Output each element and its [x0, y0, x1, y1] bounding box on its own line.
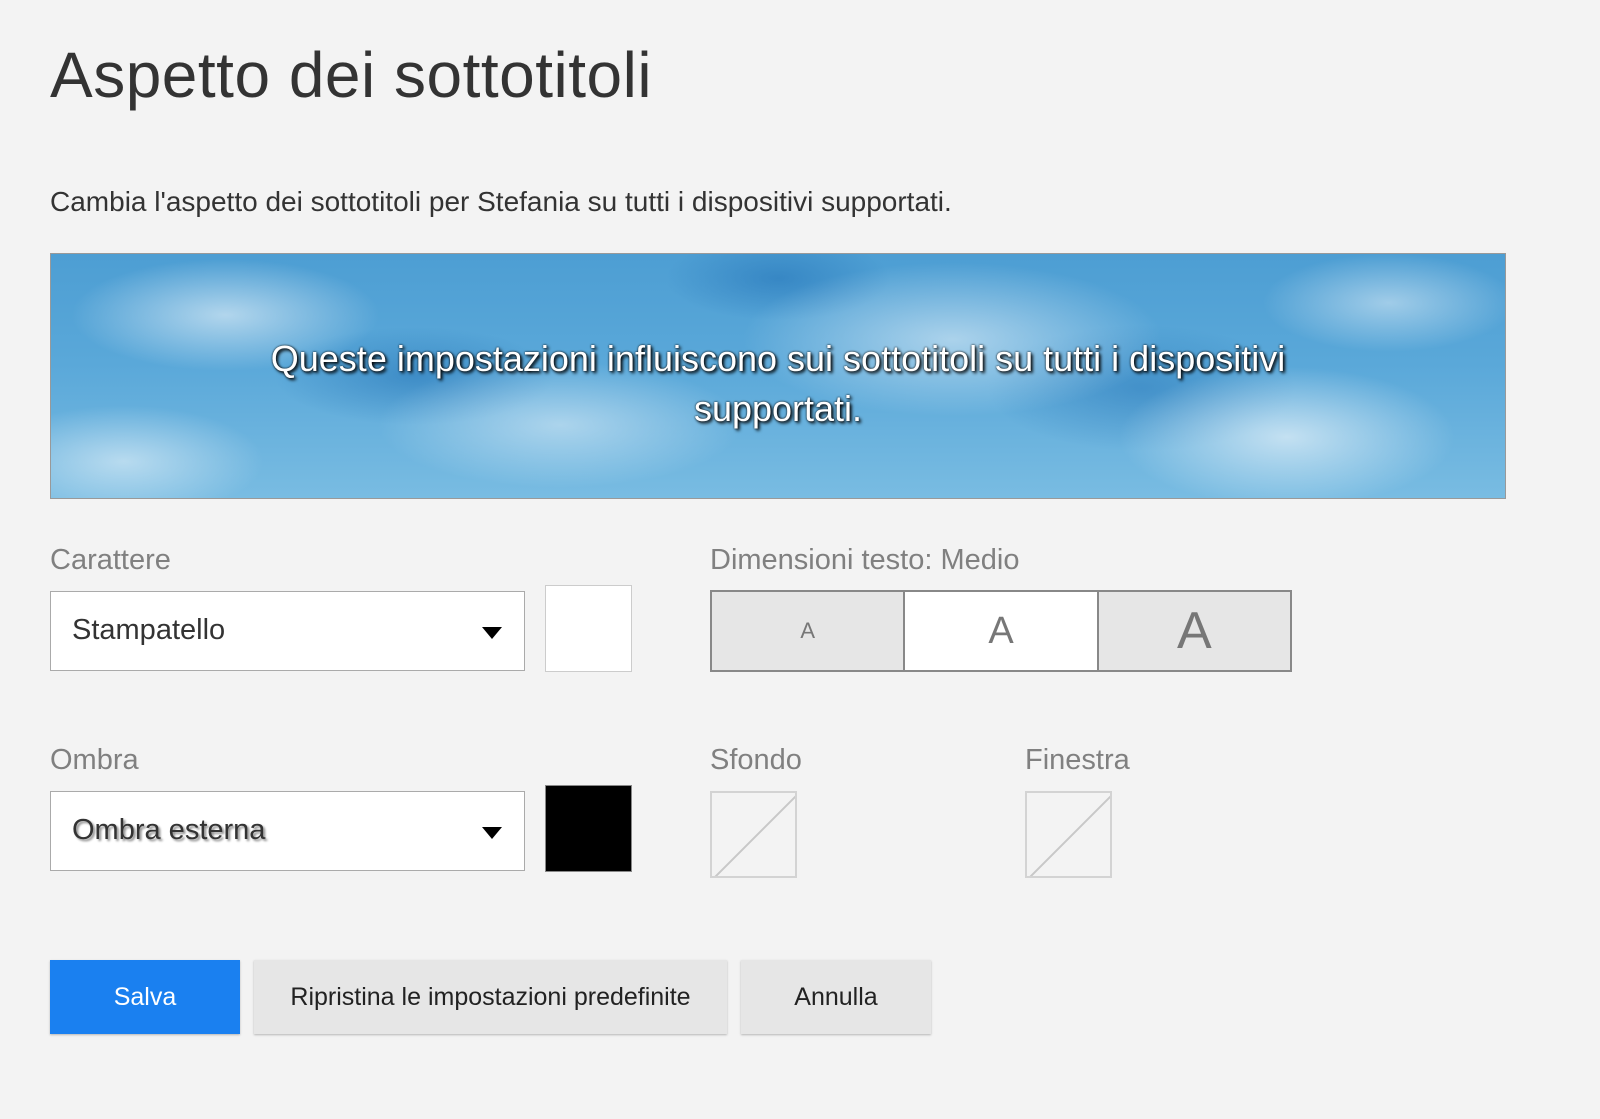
font-select[interactable]: Stampatello [50, 591, 525, 671]
text-size-selector: A A A [710, 590, 1292, 672]
background-label: Sfondo [710, 744, 802, 776]
text-size-medium-button[interactable]: A [903, 592, 1097, 670]
page-description: Cambia l'aspetto dei sottotitoli per Ste… [50, 186, 952, 217]
text-size-label: Dimensioni testo: Medio [710, 544, 1020, 576]
background-color-swatch[interactable] [710, 791, 797, 878]
shadow-color-swatch[interactable] [545, 785, 632, 872]
page-title: Aspetto dei sottotitoli [50, 39, 653, 111]
subtitle-preview: Queste impostazioni influiscono sui sott… [50, 253, 1506, 499]
chevron-down-icon [482, 627, 502, 639]
shadow-select[interactable]: Ombra esterna [50, 791, 525, 871]
font-select-value: Stampatello [72, 614, 226, 646]
chevron-down-icon [482, 827, 502, 839]
text-size-small-button[interactable]: A [712, 592, 904, 670]
font-label: Carattere [50, 544, 171, 576]
cancel-button[interactable]: Annulla [741, 960, 931, 1034]
reset-defaults-button[interactable]: Ripristina le impostazioni predefinite [254, 960, 727, 1034]
no-color-icon [714, 795, 795, 876]
save-button[interactable]: Salva [50, 960, 240, 1034]
preview-text: Queste impostazioni influiscono sui sott… [270, 338, 1286, 429]
window-color-swatch[interactable] [1025, 791, 1112, 878]
font-color-swatch[interactable] [545, 585, 632, 672]
no-color-icon [1029, 795, 1110, 876]
shadow-select-value: Ombra esterna [72, 814, 266, 846]
text-size-large-button[interactable]: A [1096, 592, 1290, 670]
window-label: Finestra [1025, 744, 1130, 776]
shadow-label: Ombra [50, 744, 139, 776]
